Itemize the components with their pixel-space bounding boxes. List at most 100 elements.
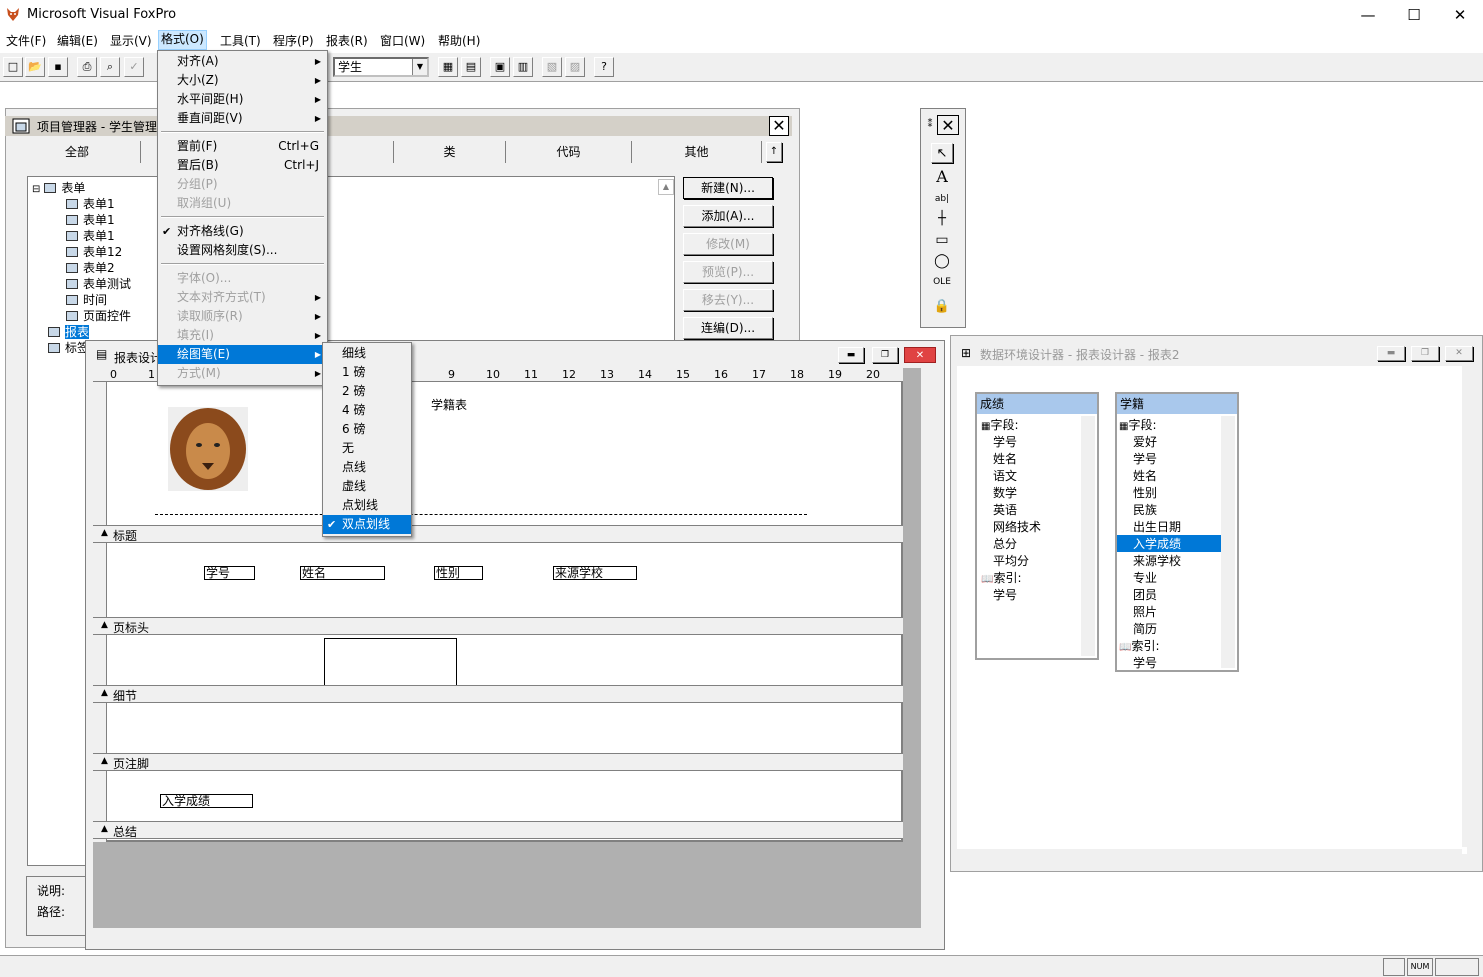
field-name[interactable]: 姓名 bbox=[300, 566, 385, 580]
menu-text-align[interactable]: 文本对齐方式(T) ▶ bbox=[158, 288, 327, 307]
database-combo[interactable]: 学生 ▼ bbox=[333, 57, 429, 77]
menu-edit[interactable]: 编辑(E) bbox=[55, 32, 100, 49]
menu-fill[interactable]: 填充(I) ▶ bbox=[158, 326, 327, 345]
index-row[interactable]: 学号 bbox=[993, 586, 1017, 603]
tree-node[interactable]: 页面控件 bbox=[66, 307, 131, 324]
lock-icon[interactable]: 🔒 bbox=[931, 297, 953, 317]
table-registry-header[interactable]: 学籍 bbox=[1117, 394, 1237, 414]
pen-2pt[interactable]: 2 磅 bbox=[323, 382, 411, 401]
collapse-arrow-icon[interactable]: ↑ bbox=[766, 142, 782, 162]
tab-classes[interactable]: 类 bbox=[394, 141, 506, 163]
tree-node-forms[interactable]: ⊟ 表单 bbox=[32, 179, 85, 196]
report-icon[interactable]: ▤ bbox=[461, 57, 481, 77]
help-icon[interactable]: ? bbox=[594, 57, 614, 77]
table-registry[interactable]: 学籍 ▦字段: 爱好 学号 姓名 性别 民族 出生日期 入学成绩 来源学校 专业… bbox=[1115, 392, 1239, 672]
menu-tools[interactable]: 工具(T) bbox=[218, 32, 263, 49]
form-icon[interactable]: ▦ bbox=[438, 57, 458, 77]
menu-size[interactable]: 大小(Z) ▶ bbox=[158, 71, 327, 90]
close-icon[interactable]: ✕ bbox=[1445, 346, 1473, 361]
remove-button[interactable]: 移去(Y)... bbox=[683, 289, 773, 311]
dash-dot-line[interactable] bbox=[155, 514, 807, 515]
grip-icon[interactable]: ⁑ bbox=[924, 115, 936, 135]
close-icon[interactable]: ✕ bbox=[937, 115, 959, 135]
field-row[interactable]: 学号 bbox=[993, 433, 1017, 450]
band-summary[interactable]: ▲ 总结 bbox=[93, 821, 903, 839]
data-env-hscrollbar[interactable] bbox=[957, 849, 1462, 865]
field-row[interactable]: 民族 bbox=[1133, 501, 1157, 518]
menu-program[interactable]: 程序(P) bbox=[271, 32, 316, 49]
save-icon[interactable]: ▪ bbox=[48, 57, 68, 77]
spell-check-icon[interactable]: ✓ bbox=[124, 57, 144, 77]
open-file-icon[interactable]: 📂 bbox=[25, 57, 45, 77]
field-gender[interactable]: 性别 bbox=[434, 566, 483, 580]
band-page-footer[interactable]: ▲ 页注脚 bbox=[93, 753, 903, 771]
table-scrollbar[interactable] bbox=[1221, 416, 1235, 668]
tree-node[interactable]: 时间 bbox=[66, 291, 107, 308]
menu-bring-front[interactable]: 置前(F) Ctrl+G bbox=[158, 137, 327, 156]
pen-1pt[interactable]: 1 磅 bbox=[323, 363, 411, 382]
close-icon[interactable]: ✕ bbox=[904, 347, 936, 363]
autoreport-icon[interactable]: ▨ bbox=[565, 57, 585, 77]
field-student-id[interactable]: 学号 bbox=[204, 566, 255, 580]
pen-6pt[interactable]: 6 磅 bbox=[323, 420, 411, 439]
minimize-icon[interactable]: ▬ bbox=[838, 347, 864, 363]
pen-none[interactable]: 无 bbox=[323, 439, 411, 458]
tab-code[interactable]: 代码 bbox=[506, 141, 632, 163]
autoform-icon[interactable]: ▧ bbox=[542, 57, 562, 77]
minimize-button[interactable]: — bbox=[1345, 0, 1391, 30]
field-row[interactable]: 英语 bbox=[993, 501, 1017, 518]
menu-vspacing[interactable]: 垂直间距(V) ▶ bbox=[158, 109, 327, 128]
field-row[interactable]: 团员 bbox=[1133, 586, 1157, 603]
menu-read-order[interactable]: 读取顺序(R) ▶ bbox=[158, 307, 327, 326]
rectangle-shape[interactable] bbox=[324, 638, 457, 686]
data-env-vscrollbar[interactable] bbox=[1462, 365, 1478, 847]
field-row[interactable]: 总分 bbox=[993, 535, 1017, 552]
table-scores[interactable]: 成绩 ▦字段: 学号 姓名 语文 数学 英语 网络技术 总分 平均分 📖索引: … bbox=[975, 392, 1099, 660]
print-icon[interactable]: ⎙ bbox=[77, 57, 97, 77]
field-row[interactable]: 网络技术 bbox=[993, 518, 1041, 535]
menu-help[interactable]: 帮助(H) bbox=[436, 32, 482, 49]
menu-report[interactable]: 报表(R) bbox=[324, 32, 370, 49]
band-title[interactable]: ▲ 标题 bbox=[93, 525, 903, 543]
print-preview-icon[interactable]: ⌕ bbox=[100, 57, 120, 77]
menu-format[interactable]: 格式(O) bbox=[158, 30, 207, 50]
menu-font[interactable]: 字体(O)... bbox=[158, 269, 327, 288]
minimize-icon[interactable]: ▬ bbox=[1377, 346, 1405, 361]
index-row[interactable]: 学号 bbox=[1133, 654, 1157, 671]
pen-hairline[interactable]: 细线 bbox=[323, 344, 411, 363]
maximize-button[interactable]: ☐ bbox=[1391, 0, 1437, 30]
pen-dash-dot[interactable]: 点划线 bbox=[323, 496, 411, 515]
menu-hspacing[interactable]: 水平间距(H) ▶ bbox=[158, 90, 327, 109]
rectangle-tool-icon[interactable]: ▭ bbox=[931, 230, 953, 250]
table-scrollbar[interactable] bbox=[1081, 416, 1095, 656]
tree-node[interactable]: 表单2 bbox=[66, 259, 115, 276]
field-tool-icon[interactable]: ab| bbox=[931, 189, 953, 209]
field-row[interactable]: 来源学校 bbox=[1133, 552, 1181, 569]
scroll-up-icon[interactable]: ▲ bbox=[658, 179, 674, 195]
lion-picture[interactable] bbox=[168, 407, 248, 491]
field-row[interactable]: 爱好 bbox=[1133, 433, 1157, 450]
tree-node[interactable]: 表单测试 bbox=[66, 275, 131, 292]
tab-all[interactable]: 全部 bbox=[14, 141, 141, 163]
report-heading-label[interactable]: 学籍表 bbox=[431, 396, 467, 413]
menu-snap-grid[interactable]: ✔ 对齐格线(G) bbox=[158, 222, 327, 241]
line-tool-icon[interactable]: ┼ bbox=[931, 209, 953, 229]
pen-4pt[interactable]: 4 磅 bbox=[323, 401, 411, 420]
select-arrow-icon[interactable]: ↖ bbox=[931, 143, 953, 163]
command-window-icon[interactable]: ▣ bbox=[490, 57, 510, 77]
field-row[interactable]: 语文 bbox=[993, 467, 1017, 484]
new-button[interactable]: 新建(N)... bbox=[683, 177, 773, 199]
modify-button[interactable]: 修改(M) bbox=[683, 233, 773, 255]
menu-mode[interactable]: 方式(M) ▶ bbox=[158, 364, 327, 383]
new-file-icon[interactable]: □ bbox=[3, 57, 23, 77]
table-scores-header[interactable]: 成绩 bbox=[977, 394, 1097, 414]
pen-dash-dot-dot[interactable]: ✔ 双点划线 bbox=[323, 515, 411, 534]
menu-pen[interactable]: 绘图笔(E) ▶ bbox=[158, 345, 327, 364]
menu-window[interactable]: 窗口(W) bbox=[378, 32, 427, 49]
menu-set-grid[interactable]: 设置网格刻度(S)... bbox=[158, 241, 327, 260]
field-row-selected[interactable]: 入学成绩 bbox=[1117, 535, 1221, 552]
field-row[interactable]: 专业 bbox=[1133, 569, 1157, 586]
tree-node[interactable]: 表单1 bbox=[66, 195, 115, 212]
pen-dotted[interactable]: 点线 bbox=[323, 458, 411, 477]
menu-align[interactable]: 对齐(A) ▶ bbox=[158, 52, 327, 71]
